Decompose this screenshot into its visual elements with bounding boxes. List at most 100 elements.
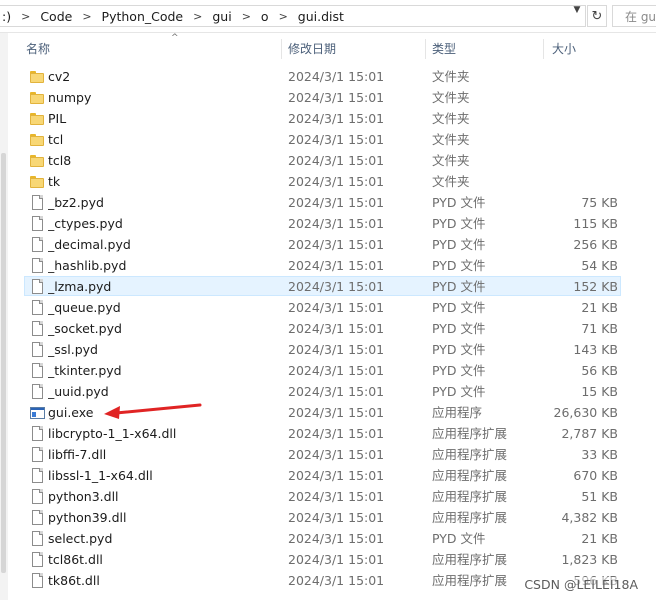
file-row[interactable]: tcl 2024/3/1 15:01 文件夹: [8, 129, 656, 150]
file-icon: [30, 300, 46, 316]
chevron-down-icon[interactable]: ▼: [570, 2, 584, 18]
file-row[interactable]: _tkinter.pyd 2024/3/1 15:01 PYD 文件 56 KB: [8, 360, 656, 381]
file-size: 54 KB: [581, 258, 618, 273]
file-row[interactable]: libcrypto-1_1-x64.dll 2024/3/1 15:01 应用程序扩…: [8, 423, 656, 444]
file-row[interactable]: PIL 2024/3/1 15:01 文件夹: [8, 108, 656, 129]
file-name: _bz2.pyd: [48, 195, 104, 210]
breadcrumb-separator-icon[interactable]: >: [13, 10, 38, 23]
file-type: 应用程序: [432, 405, 483, 420]
file-icon: [30, 279, 46, 295]
navigation-pane-edge[interactable]: [0, 33, 8, 600]
file-date: 2024/3/1 15:01: [288, 132, 385, 147]
breadcrumb-item[interactable]: o: [259, 9, 271, 24]
folder-icon: [30, 132, 46, 148]
file-name: libffi-7.dll: [48, 447, 107, 462]
file-size: 152 KB: [573, 279, 618, 294]
file-date: 2024/3/1 15:01: [288, 216, 385, 231]
search-input[interactable]: 在 gu: [612, 5, 656, 27]
breadcrumb-separator-icon[interactable]: >: [234, 10, 259, 23]
file-row[interactable]: libffi-7.dll 2024/3/1 15:01 应用程序扩展 33 KB: [8, 444, 656, 465]
file-date: 2024/3/1 15:01: [288, 300, 385, 315]
file-type: 文件夹: [432, 153, 470, 168]
file-size: 26,630 KB: [553, 405, 618, 420]
file-date: 2024/3/1 15:01: [288, 69, 385, 84]
breadcrumb-item[interactable]: Python_Code: [100, 9, 186, 24]
file-date: 2024/3/1 15:01: [288, 405, 385, 420]
file-size: 143 KB: [573, 342, 618, 357]
file-name: libssl-1_1-x64.dll: [48, 468, 153, 483]
file-size: 670 KB: [573, 468, 618, 483]
file-date: 2024/3/1 15:01: [288, 447, 385, 462]
file-row[interactable]: _socket.pyd 2024/3/1 15:01 PYD 文件 71 KB: [8, 318, 656, 339]
file-row[interactable]: select.pyd 2024/3/1 15:01 PYD 文件 21 KB: [8, 528, 656, 549]
file-row[interactable]: numpy 2024/3/1 15:01 文件夹: [8, 87, 656, 108]
file-date: 2024/3/1 15:01: [288, 153, 385, 168]
file-size: 75 KB: [581, 195, 618, 210]
file-name: numpy: [48, 90, 92, 105]
breadcrumb-separator-icon[interactable]: >: [185, 10, 210, 23]
file-icon: [30, 321, 46, 337]
file-type: 应用程序扩展: [432, 426, 508, 441]
file-type: PYD 文件: [432, 216, 486, 231]
file-row[interactable]: libssl-1_1-x64.dll 2024/3/1 15:01 应用程序扩展 67…: [8, 465, 656, 486]
file-size: [548, 171, 618, 192]
search-placeholder: 在 gu: [625, 9, 656, 24]
column-header-date[interactable]: 修改日期: [288, 33, 426, 63]
column-header-name[interactable]: 名称 ^: [26, 33, 282, 63]
breadcrumb-item[interactable]: gui.dist: [296, 9, 346, 24]
file-size: 2,787 KB: [561, 426, 618, 441]
file-row[interactable]: _decimal.pyd 2024/3/1 15:01 PYD 文件 256 KB: [8, 234, 656, 255]
file-size: 51 KB: [581, 489, 618, 504]
file-row[interactable]: _ctypes.pyd 2024/3/1 15:01 PYD 文件 115 KB: [8, 213, 656, 234]
column-header: 名称 ^ 修改日期 类型 大小: [8, 33, 656, 63]
file-row[interactable]: cv2 2024/3/1 15:01 文件夹: [8, 66, 656, 87]
breadcrumb-item[interactable]: Code: [38, 9, 74, 24]
red-arrow-icon: [104, 403, 202, 419]
column-header-type[interactable]: 类型: [432, 33, 544, 63]
file-name: _ctypes.pyd: [48, 216, 123, 231]
file-icon: [30, 426, 46, 442]
file-icon: [30, 489, 46, 505]
file-name: tcl86t.dll: [48, 552, 103, 567]
file-row[interactable]: _bz2.pyd 2024/3/1 15:01 PYD 文件 75 KB: [8, 192, 656, 213]
file-date: 2024/3/1 15:01: [288, 258, 385, 273]
application-icon: [30, 405, 46, 421]
address-bar[interactable]: :) > Code > Python_Code > gui > o > gui.dist: [0, 5, 586, 27]
file-row[interactable]: _hashlib.pyd 2024/3/1 15:01 PYD 文件 54 KB: [8, 255, 656, 276]
file-date: 2024/3/1 15:01: [288, 174, 385, 189]
column-divider[interactable]: [543, 39, 544, 59]
column-divider[interactable]: [425, 39, 426, 59]
sort-ascending-icon: ^: [171, 33, 179, 43]
breadcrumb-item[interactable]: :): [0, 9, 13, 24]
file-row[interactable]: _queue.pyd 2024/3/1 15:01 PYD 文件 21 KB: [8, 297, 656, 318]
file-date: 2024/3/1 15:01: [288, 489, 385, 504]
file-row[interactable]: tk 2024/3/1 15:01 文件夹: [8, 171, 656, 192]
column-size-label: 大小: [552, 41, 577, 56]
file-type: 文件夹: [432, 111, 470, 126]
breadcrumb-separator-icon[interactable]: >: [271, 10, 296, 23]
breadcrumb-separator-icon[interactable]: >: [74, 10, 99, 23]
file-name: tk: [48, 174, 61, 189]
file-size: 15 KB: [581, 384, 618, 399]
file-row[interactable]: tcl86t.dll 2024/3/1 15:01 应用程序扩展 1,823 KB: [8, 549, 656, 570]
file-name: select.pyd: [48, 531, 113, 546]
column-header-size[interactable]: 大小: [552, 33, 632, 63]
breadcrumb-item[interactable]: gui: [210, 9, 233, 24]
file-name: _hashlib.pyd: [48, 258, 127, 273]
file-row[interactable]: tcl8 2024/3/1 15:01 文件夹: [8, 150, 656, 171]
file-name: tcl8: [48, 153, 72, 168]
navigation-scrollbar-thumb[interactable]: [1, 153, 6, 573]
refresh-icon[interactable]: ↻: [587, 5, 607, 27]
file-row[interactable]: python39.dll 2024/3/1 15:01 应用程序扩展 4,382 KB: [8, 507, 656, 528]
address-bar-area: :) > Code > Python_Code > gui > o > gui.dist ▼ ↻ 在…: [0, 0, 656, 33]
file-date: 2024/3/1 15:01: [288, 111, 385, 126]
column-divider[interactable]: [281, 39, 282, 59]
file-name: _lzma.pyd: [48, 279, 112, 294]
column-name-label: 名称: [26, 41, 51, 56]
file-row[interactable]: _ssl.pyd 2024/3/1 15:01 PYD 文件 143 KB: [8, 339, 656, 360]
file-icon: [30, 195, 46, 211]
file-row[interactable]: _lzma.pyd 2024/3/1 15:01 PYD 文件 152 KB: [8, 276, 656, 297]
file-type: PYD 文件: [432, 258, 486, 273]
file-row[interactable]: python3.dll 2024/3/1 15:01 应用程序扩展 51 KB: [8, 486, 656, 507]
file-date: 2024/3/1 15:01: [288, 468, 385, 483]
